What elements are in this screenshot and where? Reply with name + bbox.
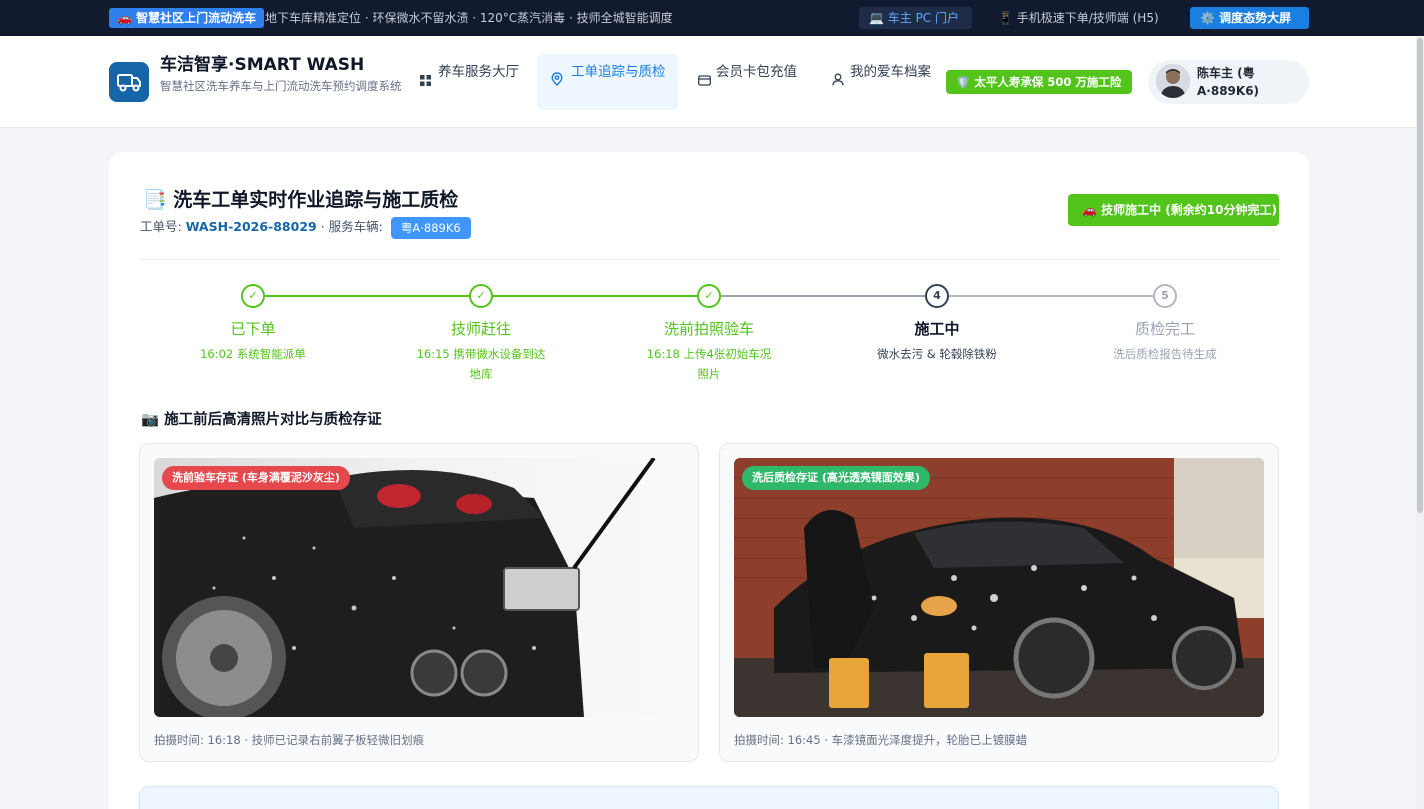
after-photo-tag: 洗后质检存证 (高光透亮镜面效果) <box>742 466 930 490</box>
scrollbar-thumb[interactable] <box>1417 38 1423 513</box>
mobile-h5-link[interactable]: 📱 手机极速下单/技师端 (H5) <box>998 7 1159 29</box>
dispatch-screen-button[interactable]: ⚙️ 调度态势大屏 <box>1190 7 1309 29</box>
step-connector <box>253 295 481 297</box>
nav-label: 养车服务大厅 <box>438 64 519 80</box>
step-name: 施工中 <box>914 320 960 338</box>
order-tracking-card: 📑 洗车工单实时作业追踪与施工质检 工单号: WASH-2026-88029 ·… <box>109 152 1309 809</box>
order-number: WASH-2026-88029 <box>185 219 317 234</box>
before-photo-caption: 拍摄时间: 16:18 · 技师已记录右前翼子板轻微旧划痕 <box>154 733 425 747</box>
step-desc: 16:02 系统智能派单 <box>200 347 306 361</box>
quality-report-panel <box>139 786 1279 809</box>
after-wash-photo[interactable]: 洗后质检存证 (高光透亮镜面效果) <box>734 458 1264 717</box>
location-pin-icon <box>551 72 563 92</box>
after-photo-caption: 拍摄时间: 16:45 · 车漆镜面光泽度提升，轮胎已上镀膜蜡 <box>734 733 1028 747</box>
vehicle-label: · 服务车辆: <box>320 219 383 234</box>
progress-stepper: ✓ 已下单 16:02 系统智能派单 ✓ 技师赶往 16:15 携带微水设备到达… <box>109 282 1309 382</box>
step-desc: 16:18 上传4张初始车况照片 <box>646 347 772 381</box>
avatar[interactable] <box>1156 64 1190 98</box>
user-name: 陈车主 (粤A·889K6) <box>1197 66 1260 98</box>
step-name: 已下单 <box>230 320 276 338</box>
check-icon: ✓ <box>697 284 721 308</box>
step-desc: 微水去污 & 轮毂除铁粉 <box>877 347 997 361</box>
nav-order-tracking[interactable]: 工单追踪与质检 <box>537 54 678 110</box>
announcement-bar: 🚗 智慧社区上门流动洗车 地下车库精准定位 · 环保微水不留水渍 · 120°C… <box>0 0 1424 36</box>
before-photo-tag: 洗前验车存证 (车身满覆泥沙灰尘) <box>162 466 350 490</box>
user-icon <box>832 72 844 92</box>
nav-label: 我的爱车档案 <box>850 64 931 80</box>
insurance-badge: 🛡️ 太平人寿承保 500 万施工险 <box>946 70 1132 94</box>
step-name: 技师赶往 <box>450 320 511 338</box>
brand-subtitle: 智慧社区洗车养车与上门流动洗车预约调度系统 <box>160 79 402 93</box>
photo-section-title: 📷 施工前后高清照片对比与质检存证 <box>141 412 382 428</box>
announcement-ticker: 地下车库精准定位 · 环保微水不留水渍 · 120°C蒸汽消毒 · 技师全城智能… <box>265 11 673 25</box>
community-wash-badge: 🚗 智慧社区上门流动洗车 <box>109 8 265 28</box>
nav-service-hall[interactable]: 养车服务大厅 <box>420 54 530 110</box>
check-icon: ✓ <box>469 284 493 308</box>
step-number: 5 <box>1153 284 1177 308</box>
owner-pc-portal-link[interactable]: 💻 车主 PC 门户 <box>859 7 972 29</box>
step-desc: 16:15 携带微水设备到达地库 <box>416 347 546 381</box>
before-wash-photo[interactable]: 洗前验车存证 (车身满覆泥沙灰尘) <box>154 458 684 717</box>
step-connector <box>709 295 937 297</box>
status-badge: 🚗 技师施工中 (剩余约10分钟完工) <box>1068 194 1279 226</box>
nav-member-card[interactable]: 会员卡包充值 <box>698 54 808 110</box>
step-connector <box>481 295 709 297</box>
plate-badge: 粤A·889K6 <box>390 216 471 239</box>
nav-my-car[interactable]: 我的爱车档案 <box>832 54 932 110</box>
nav-label: 工单追踪与质检 <box>571 64 666 80</box>
check-icon: ✓ <box>241 284 265 308</box>
step-desc: 洗后质检报告待生成 <box>1113 347 1217 361</box>
truck-logo-icon[interactable] <box>109 62 149 102</box>
site-header: 车洁智享·SMART WASH 智慧社区洗车养车与上门流动洗车预约调度系统 养车… <box>0 36 1424 128</box>
nav-label: 会员卡包充值 <box>716 64 797 80</box>
grid-icon <box>420 72 431 92</box>
divider <box>140 259 1279 260</box>
after-photo-card: 洗后质检存证 (高光透亮镜面效果) 拍摄时间: 16:45 · 车漆镜面光泽度提… <box>719 443 1279 762</box>
step-number: 4 <box>925 284 949 308</box>
before-photo-card: 洗前验车存证 (车身满覆泥沙灰尘) 拍摄时间: 16:18 · 技师已记录右前翼… <box>139 443 699 762</box>
card-icon <box>698 72 711 92</box>
user-profile-pill[interactable]: 陈车主 (粤A·889K6) <box>1148 60 1309 104</box>
order-info: 工单号: WASH-2026-88029 · 服务车辆: 粤A·889K6 <box>140 216 471 239</box>
step-name: 质检完工 <box>1134 320 1195 338</box>
order-number-label: 工单号: <box>140 219 182 234</box>
step-connector <box>937 295 1165 297</box>
page-title: 📑 洗车工单实时作业追踪与施工质检 <box>143 189 459 211</box>
step-name: 洗前拍照验车 <box>663 320 754 338</box>
brand-title: 车洁智享·SMART WASH <box>160 55 365 75</box>
